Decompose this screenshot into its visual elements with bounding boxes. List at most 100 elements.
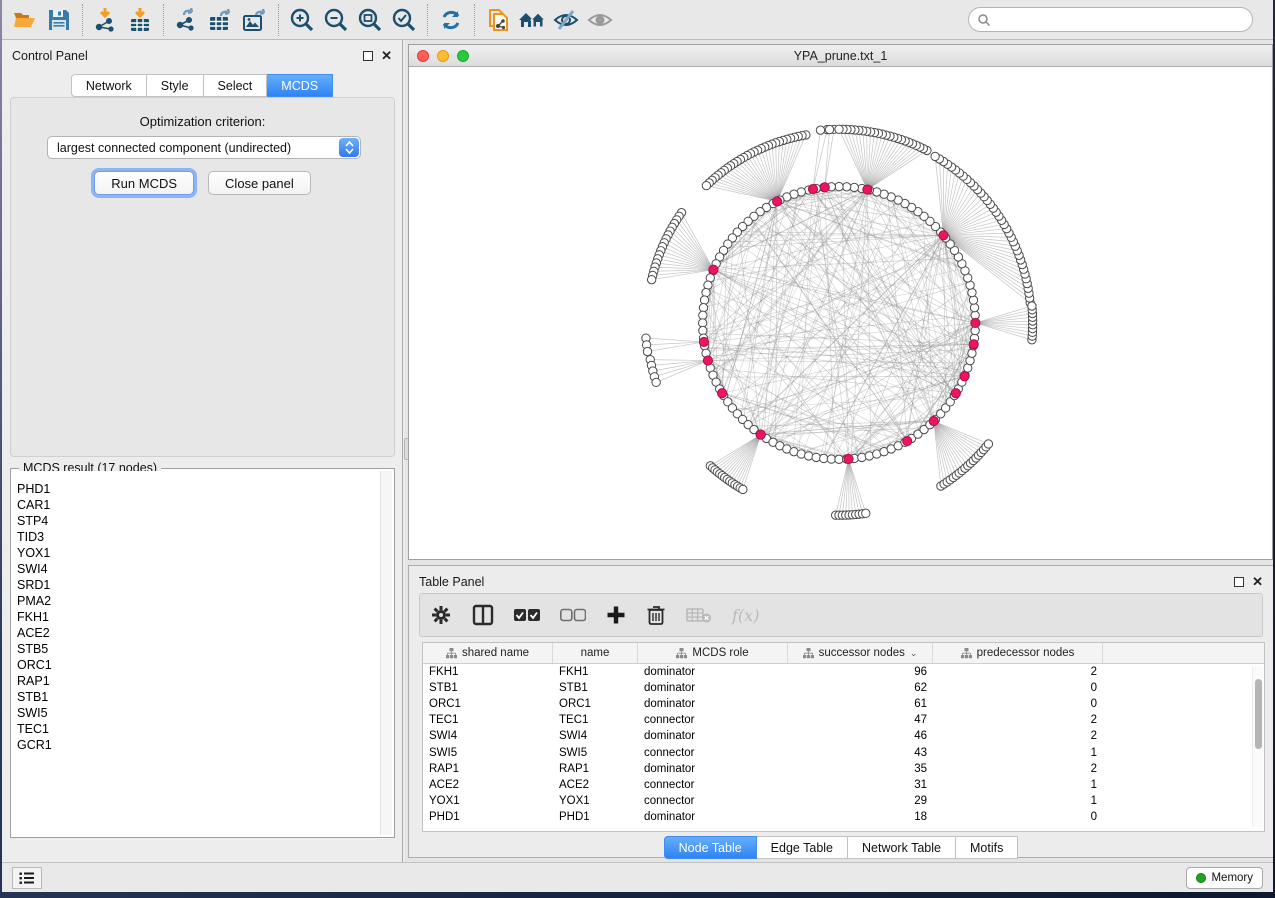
first-neighbors-button[interactable]: [515, 3, 549, 37]
mcds-result-item[interactable]: SWI5: [17, 705, 392, 721]
mcds-result-item[interactable]: TEC1: [17, 721, 392, 737]
run-mcds-button[interactable]: Run MCDS: [94, 171, 194, 195]
zoom-selected-icon: [391, 7, 417, 33]
mcds-result-item[interactable]: STB5: [17, 641, 392, 657]
hide-selected-button[interactable]: [549, 3, 583, 37]
mcds-result-item[interactable]: ACE2: [17, 625, 392, 641]
column-header-mcds-role[interactable]: MCDS role: [638, 643, 788, 663]
table-row[interactable]: YOX1 YOX1 connector 29 1: [423, 793, 1264, 809]
table-row[interactable]: RAP1 RAP1 dominator 35 2: [423, 761, 1264, 777]
table-panel-tabs: Node TableEdge TableNetwork TableMotifs: [664, 836, 1019, 859]
close-panel-button[interactable]: Close panel: [208, 171, 311, 195]
table-panel-tab[interactable]: Motifs: [956, 836, 1018, 859]
table-scrollbar-thumb[interactable]: [1255, 679, 1262, 749]
search-input[interactable]: [991, 13, 1244, 27]
export-image-button[interactable]: [238, 3, 272, 37]
table-panel-tab[interactable]: Node Table: [664, 836, 757, 859]
mcds-result-item[interactable]: SWI4: [17, 561, 392, 577]
zoom-out-button[interactable]: [319, 3, 353, 37]
table-panel-tab[interactable]: Network Table: [848, 836, 956, 859]
mcds-result-item[interactable]: CAR1: [17, 497, 392, 513]
mcds-result-item[interactable]: GCR1: [17, 737, 392, 753]
search-field[interactable]: [968, 7, 1253, 32]
float-table-panel-icon[interactable]: [1234, 577, 1244, 587]
export-network-button[interactable]: [170, 3, 204, 37]
gear-icon: [430, 604, 452, 626]
control-panel-tab[interactable]: MCDS: [267, 74, 333, 97]
mcds-result-item[interactable]: STB1: [17, 689, 392, 705]
table-header-row: shared name name MCDS role successor nod…: [423, 643, 1264, 664]
attribute-tree-icon: [961, 648, 972, 659]
import-network-button[interactable]: [89, 3, 123, 37]
show-panels-button[interactable]: [12, 867, 42, 889]
deselect-all-button[interactable]: [560, 608, 586, 622]
column-header-name[interactable]: name: [553, 643, 638, 663]
zoom-in-button[interactable]: [285, 3, 319, 37]
close-panel-icon[interactable]: ✕: [381, 51, 392, 61]
table-row[interactable]: PHD1 PHD1 dominator 18 0: [423, 809, 1264, 825]
export-table-button[interactable]: [204, 3, 238, 37]
table-row[interactable]: TEC1 TEC1 connector 47 2: [423, 712, 1264, 728]
select-stepper-icon: [339, 138, 359, 157]
table-panel-tab[interactable]: Edge Table: [757, 836, 848, 859]
network-window-titlebar[interactable]: YPA_prune.txt_1: [409, 45, 1272, 67]
column-header-shared-name[interactable]: shared name: [423, 643, 553, 663]
table-row[interactable]: FKH1 FKH1 dominator 96 2: [423, 664, 1264, 680]
attribute-tree-icon: [446, 648, 457, 659]
table-row[interactable]: STB1 STB1 dominator 62 0: [423, 680, 1264, 696]
node-table: shared name name MCDS role successor nod…: [422, 642, 1265, 832]
import-table-button[interactable]: [123, 3, 157, 37]
network-window: YPA_prune.txt_1: [408, 44, 1273, 560]
delete-columns-button[interactable]: [646, 604, 666, 626]
show-columns-button[interactable]: [472, 604, 494, 626]
delete-table-icon: [686, 606, 712, 624]
show-all-button[interactable]: [583, 3, 617, 37]
close-table-panel-icon[interactable]: ✕: [1252, 577, 1263, 587]
mcds-result-list[interactable]: PHD1CAR1STP4TID3YOX1SWI4SRD1PMA2FKH1ACE2…: [13, 471, 392, 835]
function-builder-button[interactable]: f(x): [732, 606, 759, 625]
table-settings-button[interactable]: [430, 604, 452, 626]
mcds-result-item[interactable]: PHD1: [17, 481, 392, 497]
control-panel-title: Control Panel: [12, 49, 88, 63]
result-list-scrollbar[interactable]: [380, 471, 392, 835]
save-session-button[interactable]: [42, 3, 76, 37]
control-panel-tab[interactable]: Select: [204, 74, 268, 97]
mcds-result-item[interactable]: RAP1: [17, 673, 392, 689]
memory-button[interactable]: Memory: [1186, 867, 1263, 889]
zoom-fit-button[interactable]: [353, 3, 387, 37]
mcds-result-item[interactable]: FKH1: [17, 609, 392, 625]
mcds-result-item[interactable]: PMA2: [17, 593, 392, 609]
sort-descending-icon: ⌄: [910, 648, 918, 659]
export-table-icon: [207, 7, 235, 33]
table-row[interactable]: ORC1 ORC1 dominator 61 0: [423, 696, 1264, 712]
column-header-predecessor-nodes[interactable]: predecessor nodes: [933, 643, 1103, 663]
optimization-criterion-select[interactable]: largest connected component (undirected): [47, 136, 361, 159]
float-panel-icon[interactable]: [363, 51, 373, 61]
list-icon: [19, 871, 35, 885]
control-panel-tab[interactable]: Style: [147, 74, 204, 97]
delete-table-button[interactable]: [686, 606, 712, 624]
mcds-result-item[interactable]: STP4: [17, 513, 392, 529]
mcds-result-item[interactable]: YOX1: [17, 545, 392, 561]
zoom-selected-button[interactable]: [387, 3, 421, 37]
memory-status-icon: [1196, 873, 1206, 883]
search-icon: [977, 13, 991, 27]
export-network-icon: [174, 7, 200, 33]
mcds-result-item[interactable]: TID3: [17, 529, 392, 545]
mcds-result-item[interactable]: ORC1: [17, 657, 392, 673]
create-column-button[interactable]: [606, 605, 626, 625]
table-row[interactable]: SWI5 SWI5 connector 43 1: [423, 744, 1264, 760]
control-panel-tab[interactable]: Network: [71, 74, 147, 97]
table-row[interactable]: ACE2 ACE2 connector 31 1: [423, 777, 1264, 793]
table-row[interactable]: SWI4 SWI4 dominator 46 2: [423, 728, 1264, 744]
apply-layout-button[interactable]: [434, 3, 468, 37]
status-bar: Memory: [2, 862, 1273, 892]
select-all-button[interactable]: [514, 608, 540, 622]
mcds-result-item[interactable]: SRD1: [17, 577, 392, 593]
open-session-button[interactable]: [8, 3, 42, 37]
table-scrollbar[interactable]: [1252, 667, 1263, 827]
clone-network-button[interactable]: [481, 3, 515, 37]
network-canvas[interactable]: [409, 67, 1272, 559]
toolbar-separator: [474, 4, 475, 36]
column-header-successor-nodes[interactable]: successor nodes ⌄: [788, 643, 933, 663]
